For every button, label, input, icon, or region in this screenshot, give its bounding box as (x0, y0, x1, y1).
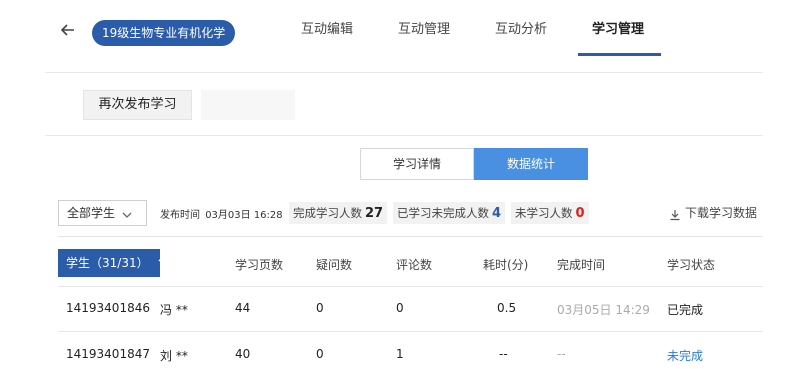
tab-interaction-edit[interactable]: 互动编辑 (301, 18, 353, 48)
not-started-label: 未学习人数 (515, 206, 573, 220)
incomplete-stat: 已学习未完成人数 4 (393, 202, 506, 224)
completed-count: 27 (365, 206, 384, 221)
completed-label: 完成学习人数 (293, 206, 362, 220)
header-pages[interactable]: 学习页数 (235, 256, 283, 273)
finish-time-value: -- (557, 347, 566, 361)
chevron-down-icon (121, 206, 133, 218)
not-started-stat: 未学习人数 0 (511, 202, 589, 224)
time-value: 0.5 (497, 301, 517, 315)
pages-value: 40 (235, 347, 251, 361)
republish-button[interactable]: 再次发布学习 (83, 90, 192, 120)
section-divider (45, 135, 763, 136)
comments-value: 1 (396, 347, 404, 361)
download-icon[interactable] (669, 206, 681, 221)
publish-time-value: 03月03日 16:28 (205, 210, 283, 221)
active-tab-indicator (578, 53, 661, 56)
header-divider (45, 72, 763, 73)
student-id: 14193401847 (66, 347, 150, 361)
row-divider (58, 286, 763, 287)
course-badge: 19级生物专业有机化学 (92, 20, 236, 46)
publish-time-label: 发布时间 (160, 210, 200, 221)
toggle-data-stats[interactable]: 数据统计 (474, 148, 588, 180)
not-started-count: 0 (575, 206, 585, 221)
time-value: -- (499, 347, 508, 361)
download-data-link[interactable]: 下载学习数据 (685, 204, 757, 221)
questions-value: 0 (316, 347, 324, 361)
student-sort-header[interactable]: 学生（31/31） (58, 249, 166, 277)
status-value[interactable]: 未完成 (667, 347, 703, 364)
student-name: 冯 ** (160, 303, 188, 317)
header-questions[interactable]: 疑问数 (316, 256, 352, 273)
status-value: 已完成 (667, 303, 704, 317)
student-name: 刘 ** (160, 349, 188, 363)
finish-time-value: 03月05日 14:29 (557, 303, 650, 317)
publish-time: 发布时间 03月03日 16:28 (160, 206, 283, 221)
incomplete-count: 4 (492, 206, 502, 221)
student-filter-select[interactable]: 全部学生 (58, 200, 147, 226)
header-time[interactable]: 耗时(分) (483, 256, 528, 273)
student-id: 14193401846 (66, 301, 150, 315)
disabled-button (201, 90, 295, 120)
pages-value: 44 (235, 301, 251, 315)
tab-interaction-analysis[interactable]: 互动分析 (495, 18, 547, 48)
questions-value: 0 (316, 301, 324, 315)
table-top-border (58, 236, 763, 237)
incomplete-label: 已学习未完成人数 (397, 206, 489, 220)
tab-learning-manage[interactable]: 学习管理 (592, 18, 644, 48)
back-arrow-icon[interactable] (58, 20, 78, 40)
header-finish-time[interactable]: 完成时间 (557, 256, 605, 273)
tab-interaction-manage[interactable]: 互动管理 (398, 18, 450, 48)
header-comments[interactable]: 评论数 (396, 256, 432, 273)
header-status[interactable]: 学习状态 (667, 256, 715, 273)
completed-stat: 完成学习人数 27 (289, 202, 388, 224)
comments-value: 0 (396, 301, 404, 315)
toggle-learning-detail[interactable]: 学习详情 (360, 148, 474, 180)
row-divider (58, 331, 763, 332)
student-sort-label: 学生（31/31） (66, 256, 149, 270)
sort-arrow-up-icon (158, 250, 166, 278)
